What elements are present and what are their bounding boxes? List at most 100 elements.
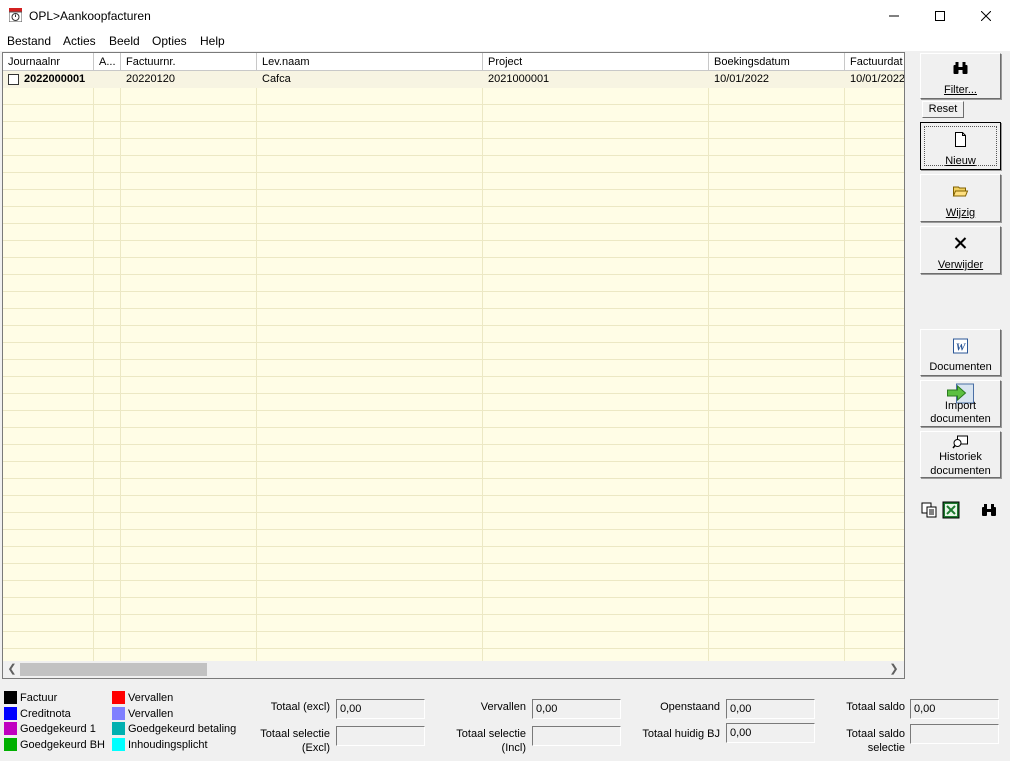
wijzig-label: Wijzig — [945, 207, 976, 219]
legend-swatch — [4, 738, 17, 751]
row-checkbox[interactable] — [8, 74, 19, 85]
invoice-grid[interactable]: Journaalnr A... Factuurnr. Lev.naam Proj… — [2, 52, 905, 679]
window-title: OPL>Aankoopfacturen — [29, 9, 151, 23]
totaal-huidig-bj-field: 0,00 — [726, 723, 815, 743]
totaal-excl-label: Totaal (excl) — [270, 701, 330, 713]
column-header-factuurdatum[interactable]: Factuurdat — [845, 53, 904, 71]
legend-swatch — [112, 707, 125, 720]
vervallen-field: 0,00 — [532, 699, 621, 719]
menu-acties[interactable]: Acties — [63, 34, 96, 48]
legend-label: Inhoudingsplicht — [128, 739, 208, 751]
legend-label: Goedgekeurd BH — [20, 739, 105, 751]
column-header-a[interactable]: A... — [94, 53, 121, 71]
totaal-excl-field: 0,00 — [336, 699, 425, 719]
legend-swatch — [4, 691, 17, 704]
history-magnifier-icon — [952, 435, 968, 449]
filter-label: Filter... — [943, 84, 977, 96]
cell-journaalnr: 2022000001 — [24, 73, 86, 85]
title-bar: OPL>Aankoopfacturen — [0, 0, 1010, 31]
menu-beeld[interactable]: Beeld — [109, 34, 140, 48]
binoculars-icon — [982, 503, 996, 516]
cell-factuurdatum: 10/01/2022 — [850, 73, 904, 85]
binoculars-icon — [953, 62, 968, 74]
legend-swatch — [112, 691, 125, 704]
totaal-selectie-incl-label-line1: Totaal selectie — [456, 728, 526, 740]
table-row[interactable]: 2022000001 20220120 Cafca 2021000001 10/… — [3, 71, 904, 88]
column-header-boekingsdatum[interactable]: Boekingsdatum — [709, 53, 845, 71]
historiek-label-line2: documenten — [930, 465, 991, 477]
open-folder-icon — [952, 186, 969, 197]
close-icon — [980, 10, 992, 22]
totaal-selectie-excl-label-line2: (Excl) — [301, 742, 330, 754]
cell-levnaam: Cafca — [262, 73, 291, 85]
legend-label: Goedgekeurd 1 — [20, 723, 96, 735]
totaal-saldo-label: Totaal saldo — [846, 701, 905, 713]
legend-label: Vervallen — [128, 692, 174, 704]
totaal-saldo-selectie-field — [910, 724, 999, 744]
scroll-right-arrow-icon[interactable]: ❯ — [887, 662, 901, 677]
column-divider — [93, 71, 94, 661]
copy-pages-icon — [921, 502, 937, 518]
maximize-icon — [935, 11, 945, 22]
scrollbar-thumb[interactable] — [20, 663, 207, 676]
legend-swatch — [112, 738, 125, 751]
verwijder-label: Verwijder — [937, 259, 984, 271]
totaal-selectie-incl-field — [532, 726, 621, 746]
copy-icon[interactable] — [920, 500, 938, 518]
historiek-documenten-button[interactable]: Historiek documenten — [920, 431, 1001, 478]
search-binoculars-icon[interactable] — [980, 500, 998, 518]
totaal-selectie-excl-label-line1: Totaal selectie — [260, 728, 330, 740]
menu-bar: Bestand Acties Beeld Opties Help — [0, 31, 1010, 51]
import-label-line1: Import — [944, 400, 977, 412]
delete-x-icon — [954, 237, 967, 249]
documenten-button[interactable]: W Documenten — [920, 329, 1001, 376]
reset-button[interactable]: Reset — [922, 101, 964, 118]
legend-label: Creditnota — [20, 708, 71, 720]
minimize-button[interactable] — [871, 0, 917, 31]
excel-icon — [942, 501, 960, 519]
openstaand-label: Openstaand — [660, 701, 720, 713]
historiek-label-line1: Historiek — [939, 451, 982, 463]
column-header-levnaam[interactable]: Lev.naam — [257, 53, 483, 71]
cell-a — [94, 71, 121, 88]
grid-header: Journaalnr A... Factuurnr. Lev.naam Proj… — [3, 53, 904, 71]
nieuw-label: Nieuw — [945, 155, 976, 167]
totaal-saldo-selectie-label-line2: selectie — [867, 742, 905, 754]
menu-bestand[interactable]: Bestand — [7, 34, 51, 48]
column-header-project[interactable]: Project — [483, 53, 709, 71]
legend-swatch — [112, 722, 125, 735]
scroll-left-arrow-icon[interactable]: ❮ — [5, 662, 19, 677]
cell-project: 2021000001 — [488, 73, 550, 85]
excel-export-icon[interactable] — [942, 500, 960, 519]
svg-text:W: W — [956, 342, 967, 354]
word-document-icon: W — [953, 338, 968, 354]
nieuw-button[interactable]: Nieuw — [920, 122, 1001, 170]
maximize-button[interactable] — [917, 0, 963, 31]
close-button[interactable] — [963, 0, 1009, 31]
column-divider — [482, 71, 483, 661]
totaal-saldo-selectie-label-line1: Totaal saldo — [846, 728, 905, 740]
legend-label: Factuur — [20, 692, 58, 704]
new-document-icon — [955, 132, 966, 147]
column-divider — [844, 71, 845, 661]
verwijder-button[interactable]: Verwijder — [920, 226, 1001, 274]
grid-body — [3, 71, 904, 661]
filter-button[interactable]: Filter... — [920, 53, 1001, 99]
openstaand-field: 0,00 — [726, 699, 815, 719]
menu-help[interactable]: Help — [200, 34, 225, 48]
legend-swatch — [4, 722, 17, 735]
calendar-clock-icon — [9, 8, 22, 22]
import-label-line2: documenten — [930, 413, 991, 425]
documenten-label: Documenten — [929, 361, 992, 373]
wijzig-button[interactable]: Wijzig — [920, 174, 1001, 222]
import-documenten-button[interactable]: Import documenten — [920, 380, 1001, 427]
cell-boekingsdatum: 10/01/2022 — [714, 73, 770, 85]
column-header-journaalnr[interactable]: Journaalnr — [3, 53, 94, 71]
totaal-selectie-incl-label-line2: (Incl) — [501, 742, 526, 754]
column-divider — [256, 71, 257, 661]
legend-swatch — [4, 707, 17, 720]
column-header-factuurnr[interactable]: Factuurnr. — [121, 53, 257, 71]
legend-label: Vervallen — [128, 708, 174, 720]
horizontal-scrollbar[interactable]: ❮ ❯ — [3, 661, 904, 678]
menu-opties[interactable]: Opties — [152, 34, 187, 48]
